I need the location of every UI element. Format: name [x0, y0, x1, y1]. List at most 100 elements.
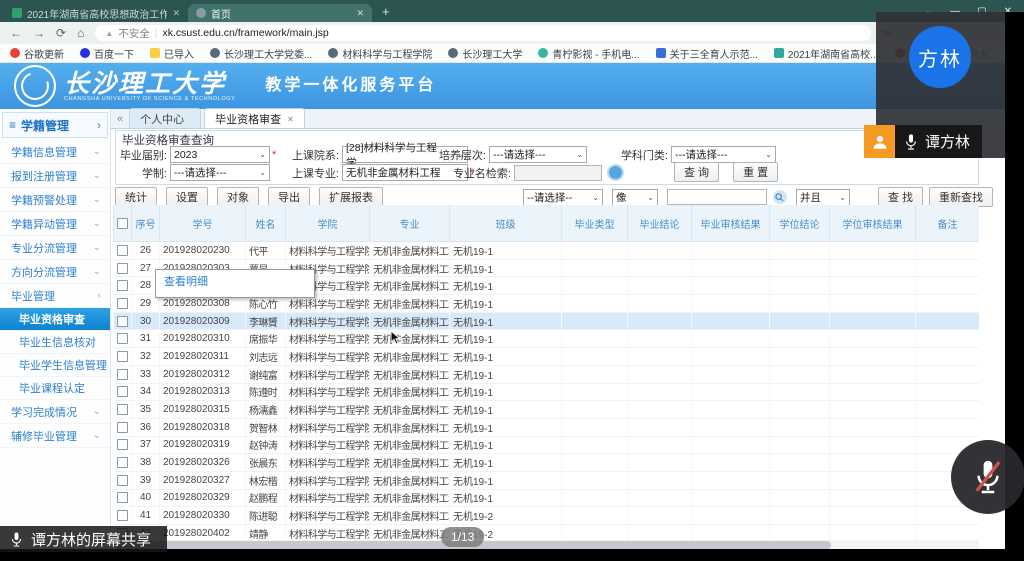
row-checkbox[interactable]: [117, 422, 128, 433]
column-header[interactable]: 专业: [370, 205, 450, 242]
grad-year-select[interactable]: 2023⌄: [170, 146, 270, 163]
table-row[interactable]: 33 201928020312 谢纯富 材料科学与工程学院 无机非金属材料工程 …: [114, 365, 980, 383]
bookmark-item[interactable]: 材料科学与工程学院: [328, 46, 432, 61]
collapse-sidebar-icon[interactable]: «: [114, 113, 126, 125]
table-row[interactable]: 38 201928020326 张晨东 材料科学与工程学院 无机非金属材料工程 …: [114, 454, 980, 472]
table-row[interactable]: 36 201928020318 贺智林 材料科学与工程学院 无机非金属材料工程 …: [114, 418, 980, 436]
sidebar-group[interactable]: 学习完成情况 ⌄: [0, 400, 110, 424]
back-icon[interactable]: ←: [10, 27, 22, 39]
row-checkbox[interactable]: [117, 333, 128, 344]
filter-operator-select[interactable]: 像⌄: [612, 189, 658, 206]
toolbar-button[interactable]: 对象: [217, 187, 259, 207]
new-tab-button[interactable]: +: [382, 4, 390, 19]
query-button[interactable]: 查 询: [674, 162, 719, 182]
schooling-select[interactable]: ---请选择---⌄: [170, 164, 270, 181]
refresh-icon[interactable]: [607, 164, 624, 181]
column-header[interactable]: 学院: [286, 205, 370, 242]
table-row[interactable]: 34 201928020313 陈遵时 材料科学与工程学院 无机非金属材料工程 …: [114, 383, 980, 401]
column-header[interactable]: 毕业类型: [562, 205, 628, 242]
sidebar-group[interactable]: 报到注册管理 ⌄: [0, 164, 110, 188]
column-header[interactable]: 班级: [450, 205, 562, 242]
table-row[interactable]: 40 201928020329 赵鹏程 材料科学与工程学院 无机非金属材料工程 …: [114, 489, 980, 507]
bookmark-item[interactable]: 长沙理工大学: [448, 46, 522, 61]
toolbar-button[interactable]: 导出: [268, 187, 310, 207]
sidebar-sub-item[interactable]: 毕业课程认定: [0, 377, 110, 400]
row-checkbox[interactable]: [117, 280, 128, 291]
major-search-input[interactable]: [514, 165, 602, 181]
select-all-checkbox[interactable]: [117, 218, 128, 229]
sidebar-group[interactable]: 学籍异动管理 ⌄: [0, 212, 110, 236]
bookmark-item[interactable]: 百度一下: [80, 46, 134, 61]
row-checkbox[interactable]: [117, 492, 128, 503]
sidebar-sub-item[interactable]: 毕业资格审查: [0, 308, 110, 331]
filter-value-input[interactable]: [667, 189, 767, 205]
row-checkbox[interactable]: [117, 510, 128, 521]
filter-logic-select[interactable]: 并且⌄: [796, 189, 850, 206]
table-row[interactable]: 31 201928020310 席振华 材料科学与工程学院 无机非金属材料工程 …: [114, 330, 980, 348]
column-header[interactable]: 毕业审核结果: [692, 205, 770, 242]
bookmark-item[interactable]: 已导入: [150, 46, 194, 61]
level-select[interactable]: ---请选择---⌄: [489, 146, 587, 163]
security-warning-icon[interactable]: ▲: [105, 29, 113, 38]
bookmark-item[interactable]: 2021年湖南省高校...: [774, 46, 879, 61]
reload-icon[interactable]: ⟳: [56, 27, 66, 39]
column-header[interactable]: 学位结论: [770, 205, 830, 242]
tab-close-icon[interactable]: ✕: [287, 115, 294, 124]
table-row[interactable]: 41 201928020330 陈进聪 材料科学与工程学院 无机非金属材料工程 …: [114, 507, 980, 525]
table-row[interactable]: 32 201928020311 刘志远 材料科学与工程学院 无机非金属材料工程 …: [114, 348, 980, 366]
search-icon[interactable]: [773, 190, 787, 204]
row-checkbox[interactable]: [117, 263, 128, 274]
browser-tab[interactable]: 2021年湖南省高校思想政治工作 ✕: [4, 4, 188, 22]
row-checkbox[interactable]: [117, 475, 128, 486]
row-checkbox[interactable]: [117, 369, 128, 380]
table-row[interactable]: 35 201928020315 杨濡鑫 材料科学与工程学院 无机非金属材料工程 …: [114, 401, 980, 419]
browser-tab[interactable]: 首页 ✕: [188, 4, 372, 22]
row-checkbox[interactable]: [117, 386, 128, 397]
row-checkbox[interactable]: [117, 245, 128, 256]
toolbar-button[interactable]: 统计: [115, 187, 157, 207]
workspace-tab[interactable]: 个人中心: [129, 108, 201, 128]
sidebar-group[interactable]: 方向分流管理 ⌄: [0, 260, 110, 284]
view-detail-tooltip[interactable]: 查看明细: [155, 269, 315, 298]
sidebar-group[interactable]: 辅修毕业管理 ⌄: [0, 424, 110, 448]
row-checkbox[interactable]: [117, 298, 128, 309]
column-header[interactable]: 姓名: [246, 205, 286, 242]
sidebar-root-student-status[interactable]: ≡ 学籍管理 ›: [2, 112, 108, 138]
find-button[interactable]: 查 找: [878, 187, 923, 207]
tab-close-icon[interactable]: ✕: [172, 8, 180, 19]
bookmark-item[interactable]: 长沙理工大学党委...: [210, 46, 312, 61]
url-input[interactable]: ▲ 不安全 | xk.csust.edu.cn/framework/main.j…: [95, 25, 871, 41]
mute-microphone-button[interactable]: [951, 440, 1024, 514]
table-row[interactable]: 30 201928020309 李琳贇 材料科学与工程学院 无机非金属材料工程 …: [114, 312, 980, 330]
bookmark-item[interactable]: 谷歌更新: [10, 46, 64, 61]
sidebar-sub-item[interactable]: 毕业学生信息管理: [0, 354, 110, 377]
table-row[interactable]: 37 201928020319 赵钟涛 材料科学与工程学院 无机非金属材料工程 …: [114, 436, 980, 454]
sidebar-group[interactable]: 学籍信息管理 ⌄: [0, 140, 110, 164]
toolbar-button[interactable]: 设置: [166, 187, 208, 207]
workspace-tab[interactable]: 毕业资格审查 ✕: [204, 108, 305, 128]
column-header[interactable]: 学号: [160, 205, 246, 242]
home-icon[interactable]: ⌂: [77, 27, 84, 39]
major-select[interactable]: 无机非金属材料工程⌄: [342, 164, 468, 181]
column-header[interactable]: 序号: [132, 205, 160, 242]
row-checkbox[interactable]: [117, 316, 128, 327]
refind-button[interactable]: 重新查找: [929, 187, 993, 207]
bookmark-item[interactable]: 青柠影视 - 手机电...: [538, 46, 639, 61]
forward-icon[interactable]: →: [33, 27, 45, 39]
sidebar-group[interactable]: 学籍预警处理 ⌄: [0, 188, 110, 212]
row-checkbox[interactable]: [117, 457, 128, 468]
toolbar-button[interactable]: 扩展报表: [319, 187, 383, 207]
column-header[interactable]: 学位审核结果: [830, 205, 916, 242]
table-row[interactable]: 26 201928020230 代平 材料科学与工程学院 无机非金属材料工程 无…: [114, 242, 980, 260]
row-checkbox[interactable]: [117, 439, 128, 450]
column-header[interactable]: 备注: [916, 205, 980, 242]
table-row[interactable]: 42 201928020402 靖静 材料科学与工程学院 无机非金属材料工程 无…: [114, 525, 980, 541]
sidebar-sub-item[interactable]: 毕业生信息核对: [0, 331, 110, 354]
discipline-select[interactable]: ---请选择---⌄: [671, 146, 776, 163]
bookmark-item[interactable]: 关于三全育人示范...: [656, 46, 758, 61]
filter-field-select[interactable]: --请选择--⌄: [523, 189, 603, 206]
row-checkbox[interactable]: [117, 404, 128, 415]
reset-button[interactable]: 重 置: [733, 162, 778, 182]
tab-close-icon[interactable]: ✕: [356, 8, 364, 19]
sidebar-group[interactable]: 毕业管理 ‹: [0, 284, 110, 308]
